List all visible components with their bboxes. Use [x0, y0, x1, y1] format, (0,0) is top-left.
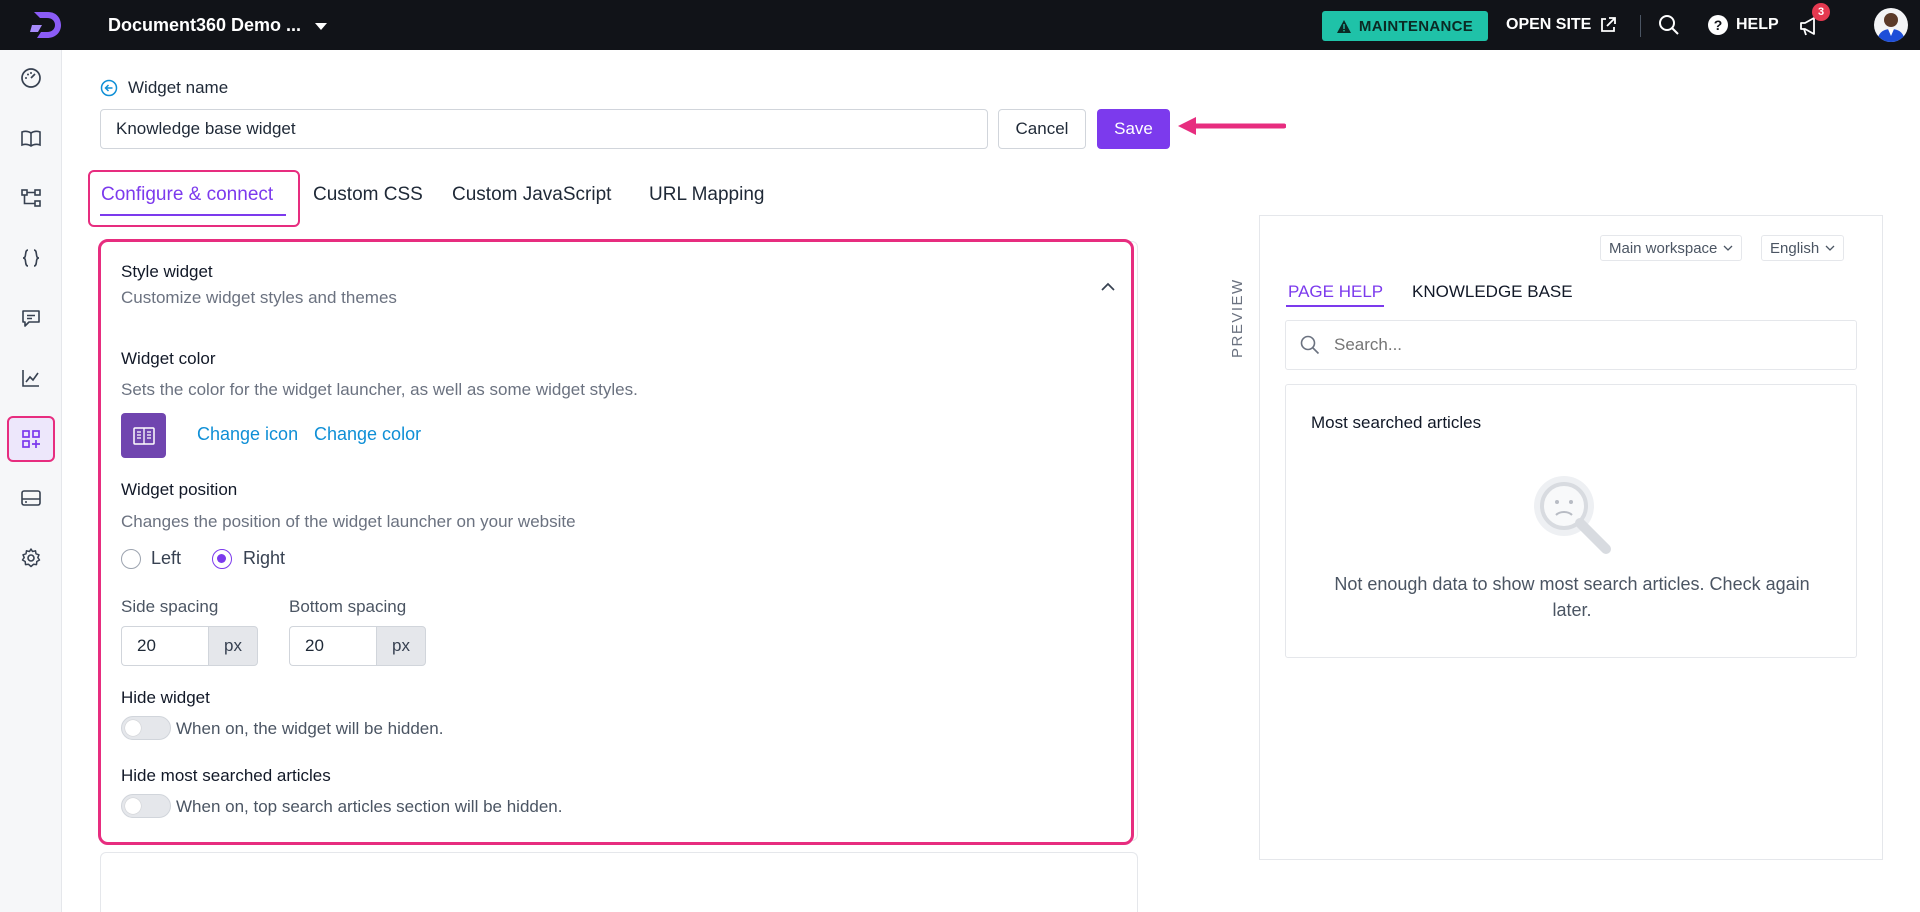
- position-right-label: Right: [243, 548, 286, 568]
- bottom-spacing-field: px: [289, 626, 426, 666]
- preview-active-tab-underline: [1286, 305, 1384, 307]
- widget-color-description: Sets the color for the widget launcher, …: [121, 380, 638, 399]
- widget-color-swatch[interactable]: [121, 413, 166, 458]
- style-widget-title: Style widget: [121, 262, 213, 281]
- help-label: HELP: [1736, 16, 1779, 33]
- feedback-icon: [22, 310, 40, 327]
- documentation-icon: [21, 130, 41, 147]
- drive-icon: [21, 490, 41, 506]
- side-spacing-field: px: [121, 626, 258, 666]
- tab-knowledge-base[interactable]: KNOWLEDGE BASE: [1412, 282, 1573, 302]
- cancel-button[interactable]: Cancel: [998, 109, 1086, 149]
- most-searched-title: Most searched articles: [1311, 413, 1482, 432]
- sidebar-item-category-tree[interactable]: [11, 178, 51, 218]
- preview-search-box: [1285, 320, 1857, 370]
- style-widget-subtitle: Customize widget styles and themes: [121, 288, 397, 307]
- next-section-card: [100, 852, 1138, 912]
- workspace-dropdown-value: Main workspace: [1609, 239, 1718, 257]
- avatar[interactable]: [1874, 8, 1908, 42]
- hide-widget-title: Hide widget: [121, 688, 210, 707]
- widget-position-title: Widget position: [121, 480, 238, 499]
- preview-label: PREVIEW: [1229, 278, 1246, 358]
- project-switcher[interactable]: Document360 Demo ...: [108, 0, 328, 50]
- hide-most-searched-title: Hide most searched articles: [121, 766, 331, 785]
- sidebar-item-widgets[interactable]: [7, 416, 55, 462]
- dashboard-icon: [21, 68, 41, 88]
- divider: [1640, 15, 1641, 37]
- chevron-down-icon: [1825, 245, 1835, 251]
- widget-name-label: Widget name: [128, 78, 229, 97]
- side-spacing-input[interactable]: [121, 626, 208, 666]
- hide-most-searched-toggle[interactable]: [121, 794, 171, 818]
- language-dropdown[interactable]: English: [1761, 235, 1845, 261]
- tab-custom-css[interactable]: Custom CSS: [313, 184, 423, 206]
- annotation-arrow-icon: [1178, 117, 1286, 135]
- back-arrow-icon: [100, 79, 118, 97]
- side-spacing-label: Side spacing: [121, 597, 219, 616]
- widget-color-title: Widget color: [121, 349, 216, 368]
- tab-configure-connect[interactable]: Configure & connect: [101, 184, 273, 206]
- active-tab-underline: [100, 214, 286, 216]
- bottom-spacing-input[interactable]: [289, 626, 376, 666]
- tab-url-mapping[interactable]: URL Mapping: [649, 184, 764, 206]
- position-left-radio[interactable]: [121, 549, 141, 569]
- sidebar-item-api-docs[interactable]: [11, 238, 51, 278]
- hide-most-searched-description: When on, top search articles section wil…: [176, 797, 563, 816]
- change-icon-link[interactable]: Change icon: [197, 424, 298, 445]
- widgets-icon: [22, 430, 40, 448]
- position-left-label: Left: [151, 548, 182, 568]
- search-icon: [1300, 335, 1320, 355]
- book-icon: [132, 426, 155, 445]
- document360-logo[interactable]: [28, 8, 64, 42]
- open-site-link[interactable]: OPEN SITE: [1506, 0, 1617, 50]
- caret-down-icon: [315, 22, 328, 30]
- chevron-up-icon[interactable]: [1098, 277, 1118, 297]
- most-searched-card: Most searched articles Not enough data t…: [1285, 384, 1857, 658]
- tab-custom-javascript[interactable]: Custom JavaScript: [452, 184, 611, 206]
- maintenance-badge[interactable]: MAINTENANCE: [1322, 11, 1488, 41]
- hide-widget-description: When on, the widget will be hidden.: [176, 719, 444, 738]
- save-button[interactable]: Save: [1097, 109, 1170, 149]
- search-icon[interactable]: [1658, 14, 1680, 36]
- position-right-radio[interactable]: [212, 549, 232, 569]
- bottom-spacing-label: Bottom spacing: [289, 597, 407, 616]
- question-icon: ?: [1708, 15, 1728, 35]
- tab-page-help[interactable]: PAGE HELP: [1288, 282, 1383, 302]
- project-name: Document360 Demo ...: [108, 14, 302, 35]
- settings-icon: [21, 548, 41, 568]
- hide-widget-toggle[interactable]: [121, 716, 171, 740]
- sidebar-item-settings[interactable]: [11, 538, 51, 578]
- analytics-icon: [22, 370, 39, 387]
- empty-search-icon: [1534, 476, 1611, 554]
- side-spacing-unit: px: [208, 626, 258, 666]
- category-tree-icon: [21, 189, 41, 207]
- change-color-link[interactable]: Change color: [314, 424, 421, 445]
- sidebar-item-feedback[interactable]: [11, 298, 51, 338]
- preview-search-input[interactable]: [1334, 335, 1814, 355]
- top-bar: Document360 Demo ... MAINTENANCE OPEN SI…: [0, 0, 1920, 50]
- notification-count-badge: 3: [1812, 3, 1830, 21]
- open-site-label: OPEN SITE: [1506, 16, 1592, 33]
- api-docs-icon: [22, 249, 40, 267]
- widget-name-input[interactable]: [100, 109, 988, 149]
- left-sidebar: [0, 50, 62, 912]
- chevron-down-icon: [1723, 245, 1733, 251]
- empty-state-message: Not enough data to show most search arti…: [1334, 574, 1810, 620]
- sidebar-item-analytics[interactable]: [11, 358, 51, 398]
- workspace-dropdown[interactable]: Main workspace: [1600, 235, 1743, 261]
- external-link-icon: [1601, 17, 1617, 32]
- warning-icon: [1336, 19, 1351, 33]
- style-widget-highlight: [98, 239, 1134, 845]
- sidebar-item-documentation[interactable]: [11, 118, 51, 158]
- sidebar-item-dashboard[interactable]: [11, 58, 51, 98]
- sidebar-item-drive[interactable]: [11, 478, 51, 518]
- widget-position-description: Changes the position of the widget launc…: [121, 512, 576, 531]
- bottom-spacing-unit: px: [376, 626, 426, 666]
- maintenance-label: MAINTENANCE: [1358, 17, 1474, 35]
- language-dropdown-value: English: [1770, 239, 1820, 257]
- help-button[interactable]: ? HELP: [1708, 0, 1779, 50]
- back-link[interactable]: Widget name: [100, 78, 228, 98]
